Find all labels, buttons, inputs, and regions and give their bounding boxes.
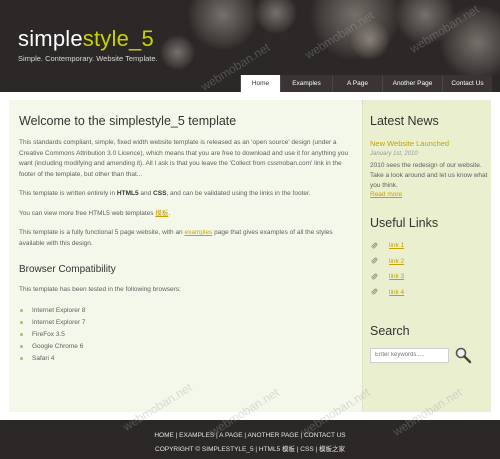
text: , and can be validated using the links i… xyxy=(166,190,311,197)
footer-link-another-page[interactable]: ANOTHER PAGE xyxy=(248,432,299,439)
search-input[interactable] xyxy=(370,347,449,363)
useful-link-1[interactable]: link 1 xyxy=(389,238,404,254)
list-item: link 3 xyxy=(370,269,488,285)
search-form xyxy=(370,346,488,364)
intro-paragraph: This standards compliant, simple, fixed … xyxy=(19,139,349,178)
search-heading: Search xyxy=(370,324,410,338)
logo-text-main: simple xyxy=(18,26,83,51)
list-item: link 1 xyxy=(370,238,488,254)
useful-link-3[interactable]: link 3 xyxy=(389,269,404,285)
useful-links-list: link 1 link 2 link 3 link 4 xyxy=(370,238,488,300)
text: . xyxy=(168,209,171,217)
footer-link-a-page[interactable]: A PAGE xyxy=(219,432,242,439)
site-content: Welcome to the simplestyle_5 template Th… xyxy=(0,92,500,420)
sidebar: Latest News New Website Launched January… xyxy=(370,114,488,364)
list-item: link 4 xyxy=(370,285,488,301)
logo-text-accent: style_5 xyxy=(82,26,154,51)
list-item: FireFox 3.5 xyxy=(19,329,351,341)
site-slogan: Simple. Contemporary. Website Template. xyxy=(18,54,158,63)
menu-item-examples[interactable]: Examples xyxy=(280,75,332,92)
search-icon[interactable] xyxy=(454,346,472,364)
section-heading: Browser Compatibility xyxy=(19,264,116,275)
bokeh-decoration xyxy=(255,0,297,34)
links-heading: Useful Links xyxy=(370,216,439,230)
browsers-intro: This template has been tested in the fol… xyxy=(19,286,181,293)
menu-item-a-page[interactable]: A Page xyxy=(332,75,382,92)
text: This template is a fully functional 5 pa… xyxy=(19,229,185,236)
footer: HOME | EXAMPLES | A PAGE | ANOTHER PAGE … xyxy=(0,420,500,459)
bokeh-decoration xyxy=(188,0,258,50)
news-heading: Latest News xyxy=(370,114,439,128)
examples-link[interactable]: examples xyxy=(184,229,212,236)
paperclip-icon xyxy=(371,257,378,265)
browser-list: Internet Explorer 8 Internet Explorer 7 … xyxy=(19,305,351,365)
tech-paragraph: This template is written entirely in HTM… xyxy=(19,189,351,200)
page-title: Welcome to the simplestyle_5 template xyxy=(19,114,237,128)
footer-link-contact-us[interactable]: CONTACT US xyxy=(304,432,346,439)
news-text: 2010 sees the redesign of our website. T… xyxy=(370,162,488,189)
useful-link-4[interactable]: link 4 xyxy=(389,285,404,301)
bokeh-decoration xyxy=(440,5,500,80)
menu-item-another-page[interactable]: Another Page xyxy=(382,75,442,92)
list-item: Internet Explorer 7 xyxy=(19,317,351,329)
main-content: Welcome to the simplestyle_5 template Th… xyxy=(19,114,351,365)
footer-link-examples[interactable]: EXAMPLES xyxy=(179,432,214,439)
text: and xyxy=(138,190,154,197)
templates-paragraph: You can view more free HTML5 web templat… xyxy=(19,209,351,220)
list-item: Internet Explorer 8 xyxy=(19,305,351,317)
header: simplestyle_5 Simple. Contemporary. Webs… xyxy=(0,0,500,92)
list-item: link 2 xyxy=(370,254,488,270)
news-title: New Website Launched xyxy=(370,139,450,148)
text: This template is written entirely in xyxy=(19,190,117,197)
templates-link[interactable]: 模板 xyxy=(155,210,168,217)
bokeh-decoration xyxy=(160,35,195,70)
useful-link-2[interactable]: link 2 xyxy=(389,254,404,270)
paperclip-icon xyxy=(371,288,378,296)
read-more-link[interactable]: Read more xyxy=(370,191,488,198)
paperclip-icon xyxy=(371,273,378,280)
examples-paragraph: This template is a fully functional 5 pa… xyxy=(19,228,351,249)
menu-item-home[interactable]: Home xyxy=(240,75,280,92)
css-text: CSS xyxy=(153,190,167,197)
footer-nav: HOME | EXAMPLES | A PAGE | ANOTHER PAGE … xyxy=(154,432,346,439)
news-date: January 1st, 2010 xyxy=(370,151,418,157)
bokeh-decoration xyxy=(350,20,390,60)
main-menu: Home Examples A Page Another Page Contac… xyxy=(240,75,492,92)
text: You can view more free HTML5 web templat… xyxy=(19,209,156,217)
menu-item-contact-us[interactable]: Contact Us xyxy=(442,75,492,92)
list-item: Google Chrome 6 xyxy=(19,341,351,353)
paperclip-icon xyxy=(371,242,378,249)
site-logo-title[interactable]: simplestyle_5 xyxy=(18,26,154,52)
list-item: Safari 4 xyxy=(19,353,351,365)
html5-text: HTML5 xyxy=(116,190,139,197)
footer-link-home[interactable]: HOME xyxy=(154,432,174,439)
footer-copyright: COPYRIGHT © SIMPLESTYLE_5 | HTML5 模板 | C… xyxy=(155,446,345,453)
